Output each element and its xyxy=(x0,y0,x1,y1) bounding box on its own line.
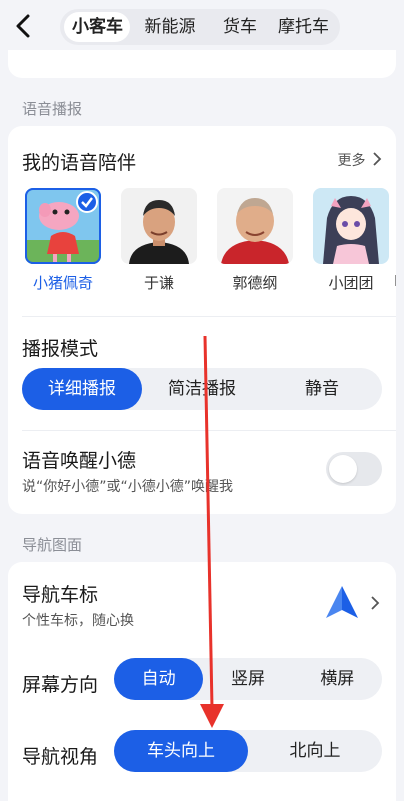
chevron-right-icon xyxy=(371,596,380,610)
anime-girl-icon xyxy=(323,196,379,264)
voice-name: 小团团 xyxy=(328,274,374,292)
orientation-auto-button[interactable]: 自动 xyxy=(114,658,204,700)
car-icon-row[interactable]: 导航车标 个性车标，随心换 xyxy=(8,562,396,646)
voice-item-guodegang[interactable]: 郭德纲 xyxy=(214,188,296,293)
voice-item-partial[interactable]: D xyxy=(394,188,396,290)
previous-card-bottom xyxy=(8,50,396,78)
screen-orientation-title: 屏幕方向 xyxy=(22,674,99,696)
voice-name: D xyxy=(394,272,396,290)
avatar-xiaotuantuan xyxy=(313,188,389,264)
orientation-portrait-button[interactable]: 竖屏 xyxy=(203,658,292,700)
divider xyxy=(22,430,396,431)
mode-concise-button[interactable]: 简洁播报 xyxy=(142,368,262,410)
car-icon-title: 导航车标 xyxy=(22,584,99,606)
voice-item-yuqian[interactable]: 于谦 xyxy=(118,188,200,293)
nav-display-card: 导航车标 个性车标，随心换 屏幕方向 自动 竖屏 横屏 导航视角 车头向上 北向… xyxy=(8,562,396,801)
car-icon-subtitle: 个性车标，随心换 xyxy=(22,613,134,629)
section-label-nav: 导航图面 xyxy=(22,536,83,554)
chevron-right-icon xyxy=(373,152,382,166)
divider xyxy=(22,316,396,317)
tab-new-energy[interactable]: 新能源 xyxy=(130,12,210,42)
nav-view-title: 导航视角 xyxy=(22,746,99,768)
voice-wake-toggle[interactable] xyxy=(326,452,382,486)
voice-item-peppa[interactable]: 小猪佩奇 xyxy=(22,188,104,293)
voice-name: 郭德纲 xyxy=(232,274,278,292)
orientation-landscape-button[interactable]: 横屏 xyxy=(293,658,382,700)
voice-name: 小猪佩奇 xyxy=(32,274,93,292)
broadcast-mode-selector: 详细播报 简洁播报 静音 xyxy=(22,368,382,410)
voice-item-xiaotuantuan[interactable]: 小团团 xyxy=(310,188,392,293)
avatar-yuqian xyxy=(121,188,197,264)
tab-motorcycle[interactable]: 摩托车 xyxy=(270,12,336,42)
voice-card: 我的语音陪伴 更多 小猪佩奇 于谦 郭德纲 小团团 播报模式 详细播报 简洁播报… xyxy=(8,126,396,514)
section-label-voice: 语音播报 xyxy=(22,100,83,118)
voice-avatar-list: 小猪佩奇 于谦 郭德纲 小团团 xyxy=(22,188,396,298)
tab-truck[interactable]: 货车 xyxy=(210,12,270,42)
more-link[interactable]: 更多 xyxy=(338,150,382,170)
view-north-up-button[interactable]: 北向上 xyxy=(248,730,382,772)
voice-wake-title: 语音唤醒小德 xyxy=(22,450,137,472)
navigation-arrow-icon xyxy=(326,586,358,618)
avatar-peppa xyxy=(25,188,101,264)
mode-detailed-button[interactable]: 详细播报 xyxy=(22,368,142,410)
more-label: 更多 xyxy=(337,153,366,169)
selected-check-icon xyxy=(76,191,98,213)
vehicle-type-tabs: 小客车 新能源 货车 摩托车 xyxy=(60,9,340,45)
avatar-guodegang xyxy=(217,188,293,264)
person-portrait-icon xyxy=(221,198,289,264)
top-bar: 小客车 新能源 货车 摩托车 xyxy=(0,0,404,56)
tab-car[interactable]: 小客车 xyxy=(64,12,130,42)
toggle-knob xyxy=(329,455,357,483)
voice-wake-subtitle: 说“你好小德”或“小德小德”唤醒我 xyxy=(22,479,234,495)
nav-view-selector: 车头向上 北向上 xyxy=(114,730,382,772)
back-arrow-icon[interactable] xyxy=(10,12,38,40)
voice-name: 于谦 xyxy=(143,274,174,292)
view-heading-up-button[interactable]: 车头向上 xyxy=(114,730,248,772)
screen-orientation-selector: 自动 竖屏 横屏 xyxy=(114,658,382,700)
person-portrait-icon xyxy=(129,200,189,264)
mode-mute-button[interactable]: 静音 xyxy=(262,368,382,410)
companion-title: 我的语音陪伴 xyxy=(22,152,137,174)
broadcast-mode-title: 播报模式 xyxy=(22,338,99,360)
